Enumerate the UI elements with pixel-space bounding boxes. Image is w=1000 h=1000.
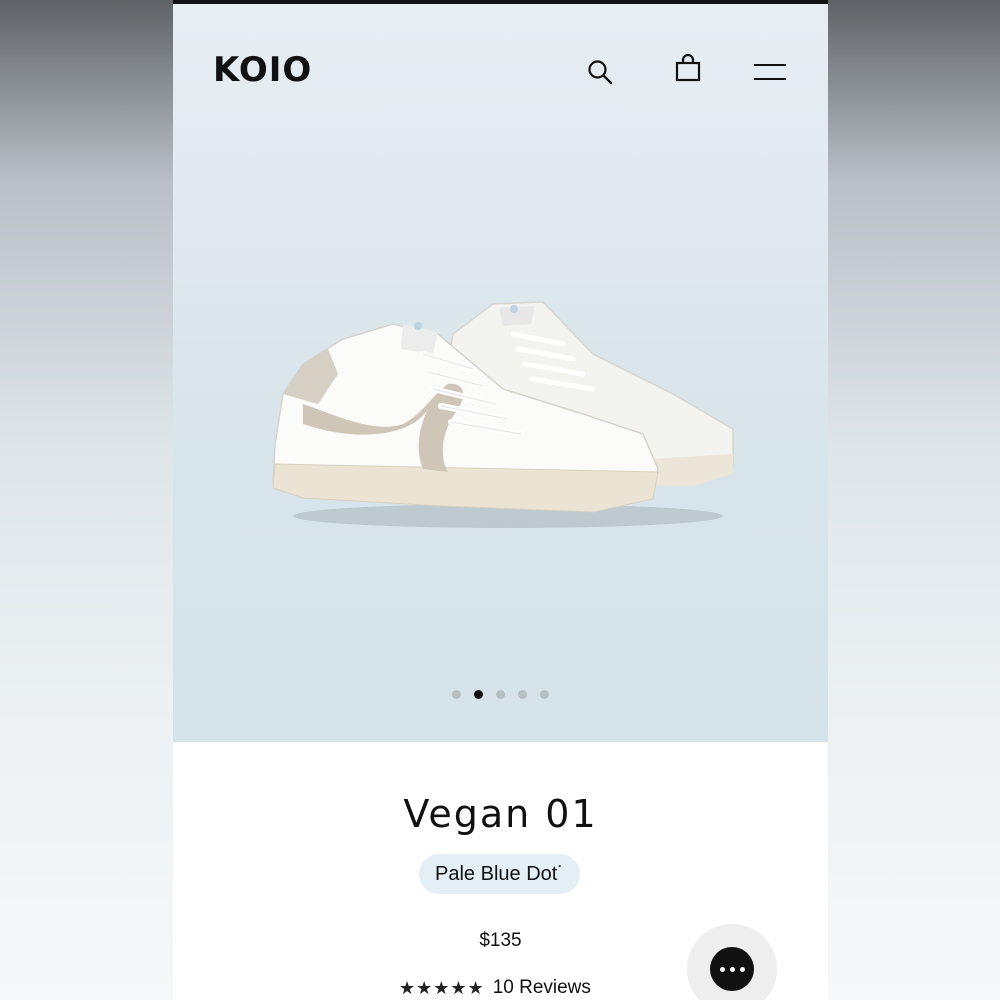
gallery-dot-4[interactable] bbox=[518, 690, 527, 699]
chat-icon bbox=[710, 947, 754, 991]
gallery-pagination bbox=[173, 690, 828, 699]
reviews-link[interactable]: 10 Reviews bbox=[493, 975, 591, 1000]
gallery-dot-1[interactable] bbox=[452, 690, 461, 699]
gallery-dot-2[interactable] bbox=[474, 690, 483, 699]
search-icon bbox=[588, 60, 613, 85]
gallery-dot-5[interactable] bbox=[540, 690, 549, 699]
shopping-bag-icon bbox=[675, 53, 701, 82]
menu-icon bbox=[754, 64, 786, 80]
background-right bbox=[828, 0, 1000, 1000]
color-selector[interactable]: Pale Blue Dot˙ bbox=[419, 854, 580, 894]
reviews-summary[interactable]: ★★★★★ 10 Reviews bbox=[399, 975, 591, 1000]
mobile-screen: KOIO Vegan 01 Pale Blue Dot˙ $135 ★★★★★ … bbox=[173, 0, 828, 1000]
star-rating-icon: ★★★★★ bbox=[399, 978, 485, 998]
cart-button[interactable] bbox=[668, 48, 708, 88]
color-label: Pale Blue Dot˙ bbox=[435, 862, 564, 885]
gallery-dot-3[interactable] bbox=[496, 690, 505, 699]
search-button[interactable] bbox=[580, 52, 620, 92]
product-hero: KOIO bbox=[173, 4, 828, 742]
menu-button[interactable] bbox=[750, 52, 790, 92]
product-title: Vegan 01 bbox=[403, 792, 598, 836]
background-left bbox=[0, 0, 173, 1000]
product-image[interactable] bbox=[263, 294, 753, 534]
koio-logo[interactable]: KOIO bbox=[213, 50, 312, 90]
